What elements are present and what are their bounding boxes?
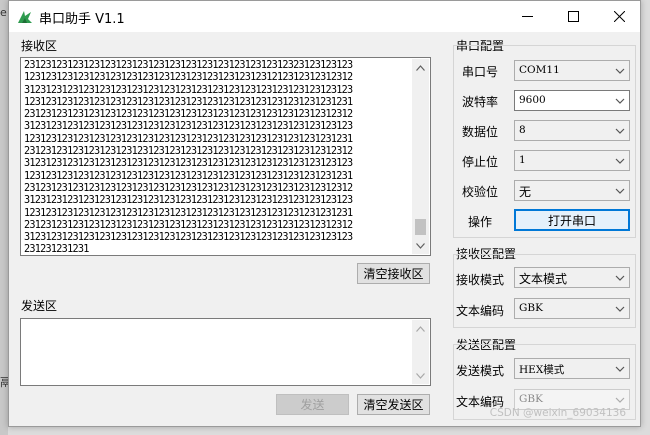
receive-line: 1231231231231231231231231231231231231231… — [24, 170, 353, 182]
window-title: 串口助手 V1.1 — [39, 12, 125, 27]
receive-line: 2312312312312312312312312312312312312312… — [24, 146, 353, 158]
receive-line: 2312312312312312312312312312312312312312… — [24, 182, 353, 194]
databits-value: 8 — [519, 124, 526, 136]
send-mode-label: 发送模式 — [456, 364, 505, 378]
receive-line: 2312312312312312312312312312312312312312… — [24, 109, 353, 121]
background-text-top: e — [0, 6, 7, 19]
parity-label: 校验位 — [462, 185, 499, 199]
receive-encoding-value: GBK — [519, 302, 543, 314]
parity-value: 无 — [519, 185, 532, 199]
receive-mode-select[interactable]: 文本模式 — [514, 267, 630, 288]
send-mode-select[interactable]: HEX模式 — [514, 358, 630, 379]
clear-send-button[interactable]: 清空发送区 — [357, 394, 430, 415]
maximize-icon — [567, 11, 579, 22]
baud-label: 波特率 — [462, 95, 499, 109]
chevron-down-icon — [416, 372, 425, 379]
stopbits-label: 停止位 — [462, 155, 499, 169]
open-port-button[interactable]: 打开串口 — [514, 209, 630, 231]
receive-encoding-label: 文本编码 — [456, 304, 505, 318]
serial-assistant-window: 串口助手 V1.1 接收区 23123123123123123123123123… — [8, 0, 641, 427]
send-scroll-down-arrow[interactable] — [412, 367, 429, 384]
baud-select[interactable]: 9600 — [514, 90, 630, 111]
receive-line: 3123123123123123123123123123123123123123… — [24, 121, 353, 133]
chevron-down-icon — [615, 306, 625, 312]
scroll-thumb[interactable] — [415, 219, 426, 235]
chevron-down-icon — [615, 275, 625, 281]
receive-line: 1231231231231231231231231231231231231231… — [24, 207, 353, 219]
receive-line: 3123123123123123123123123123123123123123… — [24, 195, 353, 207]
title-bar[interactable]: 串口助手 V1.1 — [9, 1, 640, 32]
maximize-button[interactable] — [550, 1, 596, 32]
chevron-down-icon — [615, 366, 625, 372]
send-scroll-up-arrow[interactable] — [412, 320, 429, 337]
watermark-text: CSDN @weixin_69034136 — [489, 407, 626, 419]
minimize-button[interactable] — [504, 1, 550, 32]
receive-scrollbar[interactable] — [412, 59, 429, 254]
parity-select[interactable]: 无 — [514, 180, 630, 201]
chevron-down-icon — [615, 397, 625, 403]
port-label: 串口号 — [462, 65, 499, 79]
receive-mode-value: 文本模式 — [519, 272, 568, 286]
receive-textbox[interactable]: 2312312312312312312312312312312312312312… — [20, 57, 431, 256]
chevron-down-icon — [615, 188, 625, 194]
action-label: 操作 — [468, 215, 493, 229]
stopbits-value: 1 — [519, 154, 526, 166]
stopbits-select[interactable]: 1 — [514, 150, 630, 171]
chevron-down-icon — [416, 242, 425, 249]
chevron-down-icon — [615, 128, 625, 134]
clear-receive-button[interactable]: 清空接收区 — [357, 263, 430, 284]
minimize-icon — [521, 16, 533, 17]
receive-encoding-select[interactable]: GBK — [514, 298, 630, 319]
port-value: COM11 — [519, 64, 560, 76]
scroll-down-arrow[interactable] — [412, 237, 429, 254]
background-app-edge — [0, 0, 8, 435]
send-encoding-value: GBK — [519, 393, 543, 405]
app-logo-icon — [18, 11, 32, 23]
receive-line: 2312312312312312312312312312312312312312… — [24, 219, 353, 231]
close-button[interactable] — [596, 1, 642, 32]
chevron-up-icon — [416, 64, 425, 71]
baud-value: 9600 — [519, 94, 546, 106]
scroll-up-arrow[interactable] — [412, 59, 429, 76]
chevron-down-icon — [615, 68, 625, 74]
receive-line: 3123123123123123123123123123123123123123… — [24, 158, 353, 170]
send-textbox[interactable] — [20, 318, 431, 386]
send-scrollbar[interactable] — [412, 320, 429, 384]
receive-line: 3123123123123123123123123123123123123123… — [24, 84, 353, 96]
receive-line: 3123123123123123123123123123123123123123… — [24, 232, 353, 244]
receive-text-content: 2312312312312312312312312312312312312312… — [24, 60, 408, 253]
receive-line: 1231231231231231231231231231231231231231… — [24, 72, 353, 84]
send-area-title: 发送区 — [21, 299, 58, 313]
close-icon — [613, 11, 625, 22]
chevron-down-icon — [615, 98, 625, 104]
port-select[interactable]: COM11 — [514, 60, 630, 81]
receive-line: 1231231231231231231231231231231231231231… — [24, 96, 353, 108]
databits-select[interactable]: 8 — [514, 120, 630, 141]
receive-line: 231231231231 — [24, 244, 89, 253]
send-button[interactable]: 发送 — [276, 394, 349, 415]
receive-line: 1231231231231231231231231231231231231231… — [24, 133, 353, 145]
receive-area-title: 接收区 — [21, 39, 58, 53]
chevron-up-icon — [416, 325, 425, 332]
databits-label: 数据位 — [462, 125, 499, 139]
chevron-down-icon — [615, 158, 625, 164]
receive-line: 2312312312312312312312312312312312312312… — [24, 60, 353, 71]
receive-mode-label: 接收模式 — [456, 273, 505, 287]
send-mode-value: HEX模式 — [519, 364, 565, 376]
